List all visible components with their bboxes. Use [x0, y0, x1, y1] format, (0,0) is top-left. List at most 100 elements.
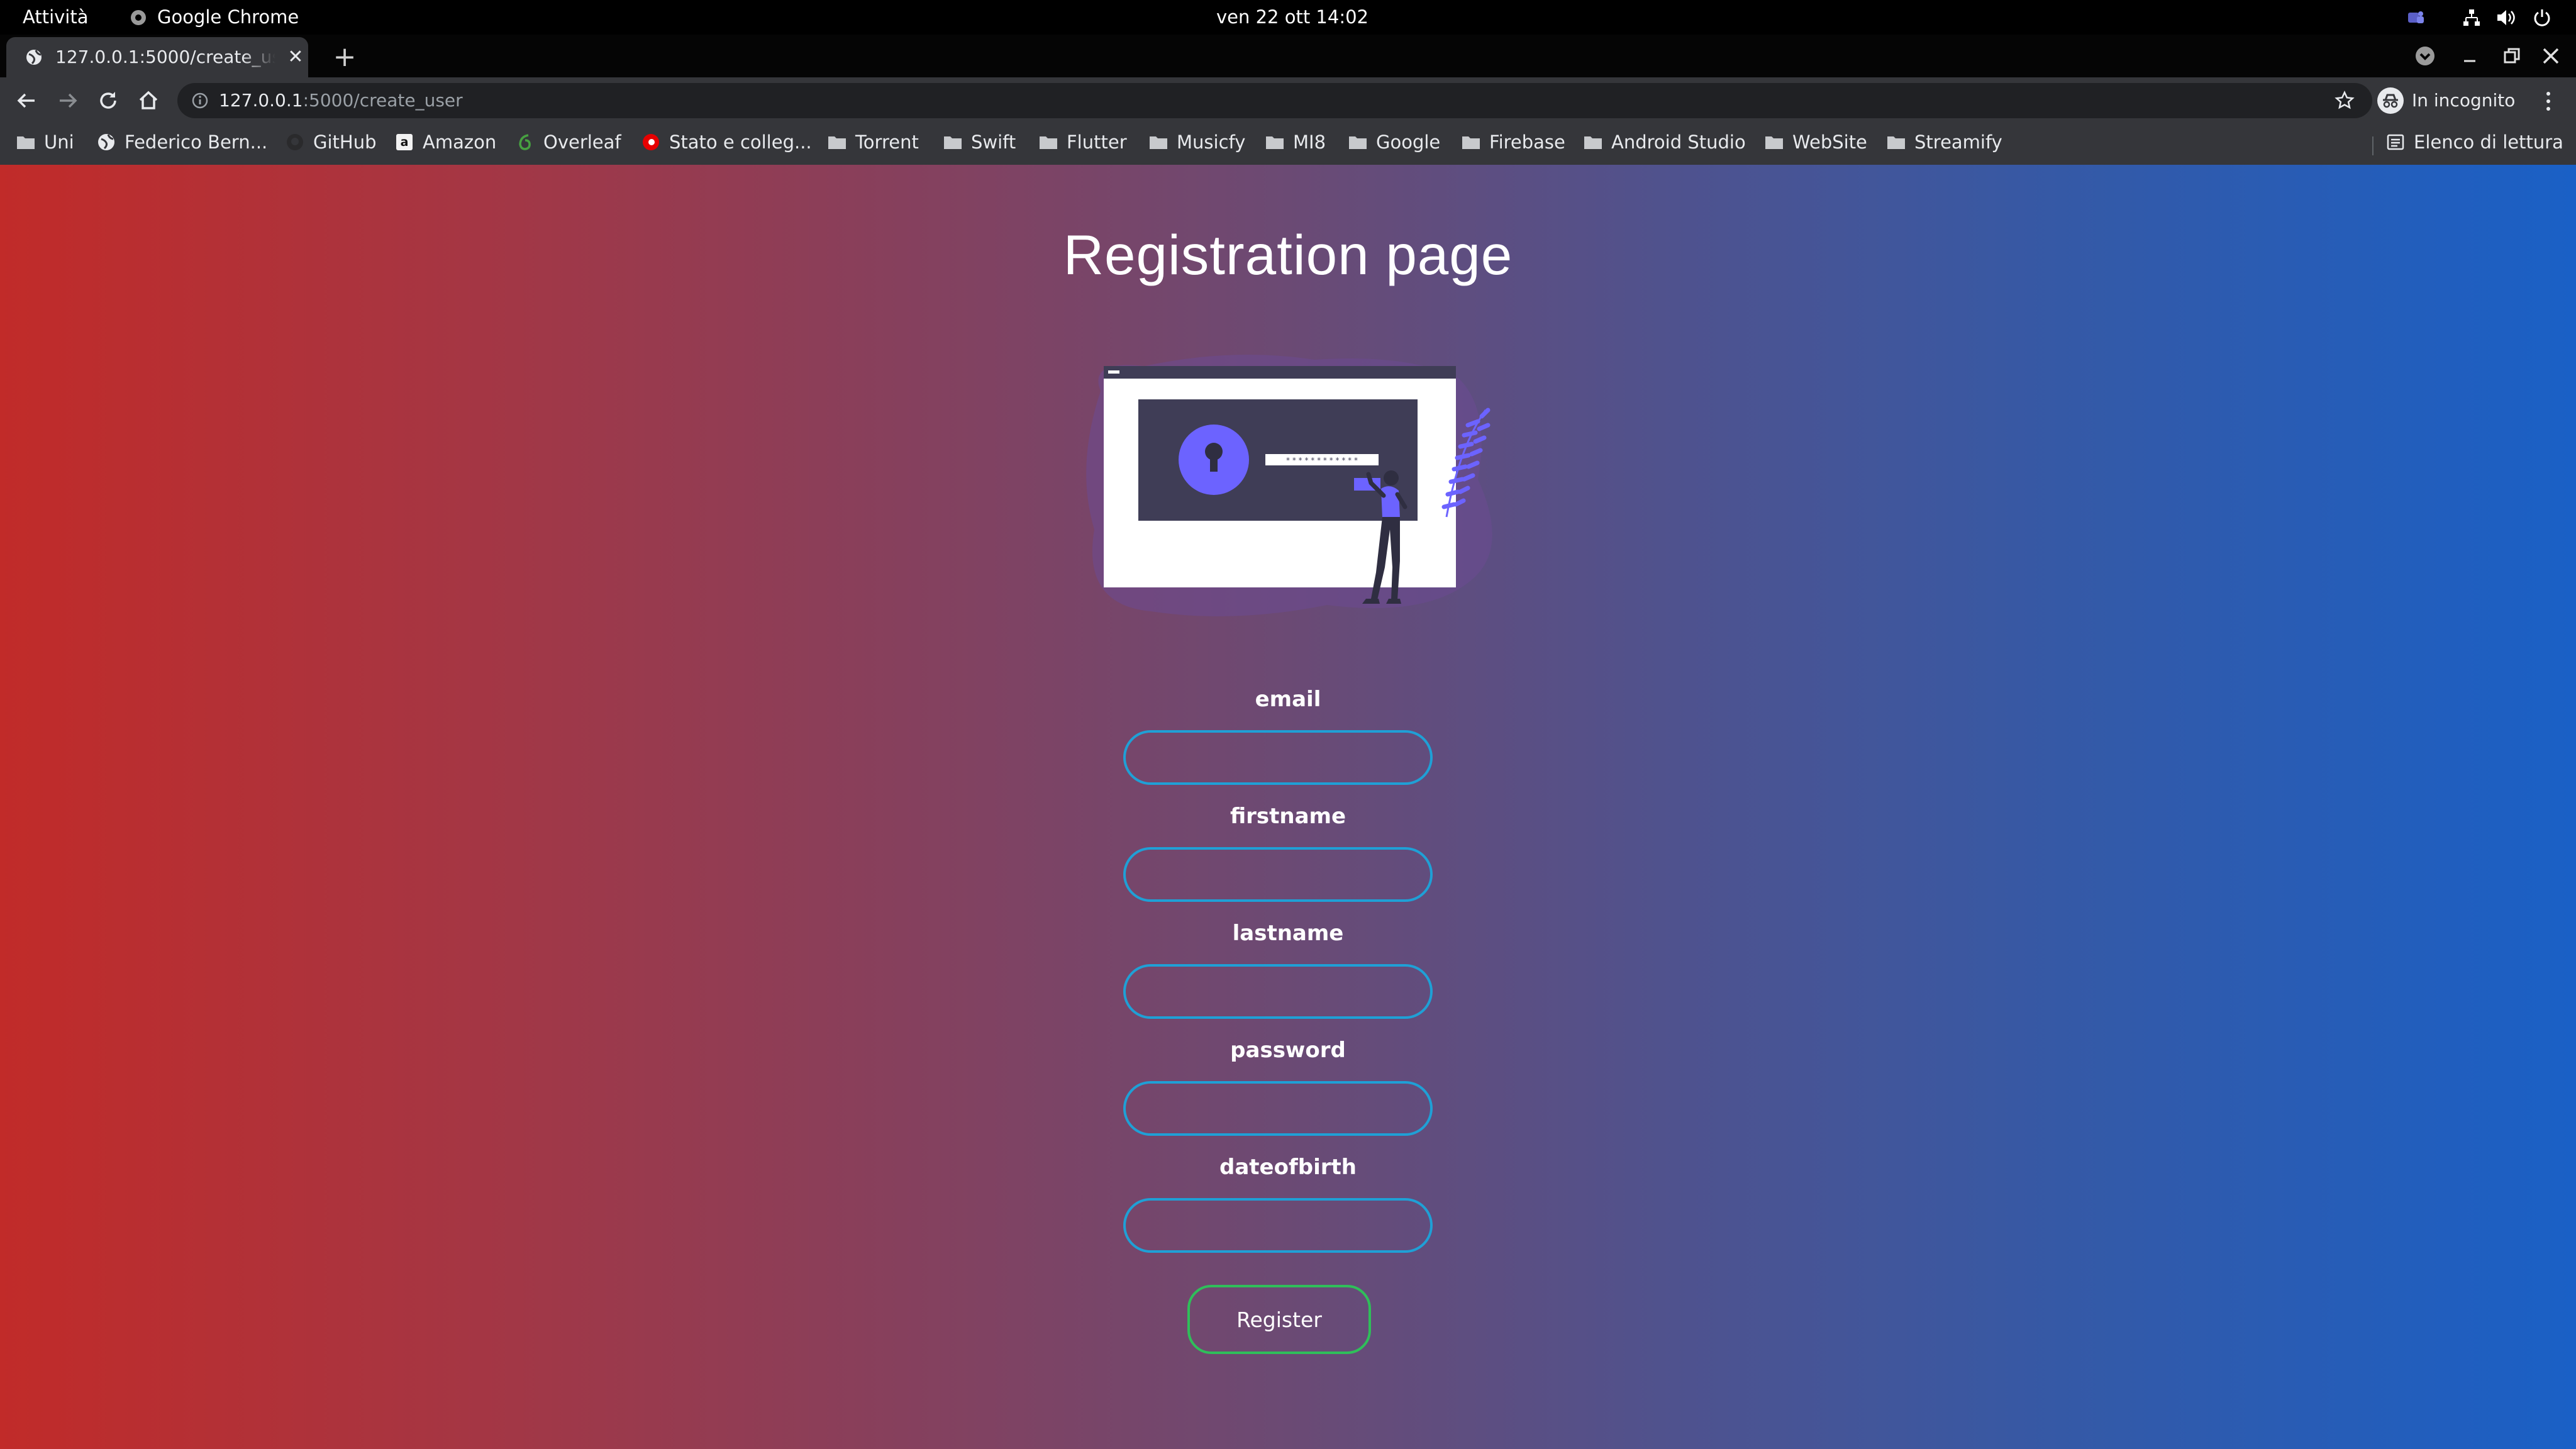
- github-icon: [287, 134, 303, 150]
- system-top-bar: Attività Google Chrome ven 22 ott 14:02: [0, 0, 2576, 35]
- folder-icon: [1584, 136, 1602, 149]
- bookmark-label: Streamify: [1914, 131, 2002, 153]
- tab-search-icon[interactable]: [2413, 44, 2437, 68]
- activities-button[interactable]: Attività: [23, 0, 89, 35]
- restore-icon[interactable]: [2502, 46, 2522, 66]
- page-content: Registration page * * * * * * * * * * * …: [0, 165, 2576, 1449]
- bookmark-federico[interactable]: Federico Bern...: [97, 124, 267, 160]
- bookmark-label: Federico Bern...: [125, 131, 268, 153]
- dateofbirth-field[interactable]: [1123, 1198, 1433, 1253]
- bookmark-flutter[interactable]: Flutter: [1039, 124, 1127, 160]
- bookmark-label: WebSite: [1792, 131, 1867, 153]
- reading-list-label: Elenco di lettura: [2414, 131, 2563, 153]
- folder-icon: [944, 136, 962, 149]
- url-text[interactable]: 127.0.0.1:5000/create_user: [219, 83, 463, 118]
- password-field[interactable]: [1123, 1081, 1433, 1136]
- bookmark-label: GitHub: [313, 131, 377, 153]
- home-icon[interactable]: [136, 88, 161, 113]
- incognito-indicator[interactable]: In incognito: [2374, 84, 2515, 118]
- folder-icon: [1349, 136, 1367, 149]
- bookmark-torrent[interactable]: Torrent: [828, 124, 919, 160]
- incognito-label: In incognito: [2412, 90, 2516, 111]
- folder-icon: [1266, 136, 1284, 149]
- network-icon[interactable]: [2462, 8, 2482, 28]
- tab-close-icon[interactable]: ✕: [284, 46, 307, 69]
- bookmark-website[interactable]: WebSite: [1765, 124, 1867, 160]
- register-button[interactable]: Register: [1187, 1285, 1371, 1354]
- dateofbirth-label: dateofbirth: [1219, 1155, 1357, 1180]
- bookmark-amazon[interactable]: a Amazon: [395, 124, 496, 160]
- tab-title: 127.0.0.1:5000/create_user: [55, 47, 275, 67]
- amazon-icon: a: [396, 134, 413, 150]
- bookmark-label: Swift: [971, 131, 1016, 153]
- email-field[interactable]: [1123, 730, 1433, 785]
- folder-icon: [1765, 136, 1783, 149]
- url-host: 127.0.0.1: [219, 90, 303, 111]
- active-tab[interactable]: 127.0.0.1:5000/create_user ✕: [6, 37, 308, 77]
- firstname-label: firstname: [1230, 804, 1346, 829]
- lastname-label: lastname: [1232, 921, 1344, 946]
- folder-icon: [1887, 136, 1905, 149]
- folder-icon: [17, 136, 35, 149]
- url-path: :5000/create_user: [303, 90, 463, 111]
- volume-icon[interactable]: [2496, 8, 2517, 28]
- globe-icon: [98, 134, 114, 150]
- svg-text:a: a: [401, 135, 409, 149]
- site-info-icon[interactable]: [191, 92, 209, 109]
- login-illustration: * * * * * * * * * * * *: [1086, 355, 1492, 616]
- close-window-icon[interactable]: [2541, 46, 2561, 66]
- menu-kebab-icon[interactable]: [2541, 90, 2556, 113]
- globe-icon: [26, 50, 42, 65]
- forward-arrow-icon[interactable]: [55, 88, 80, 113]
- folder-icon: [1150, 136, 1167, 149]
- bookmark-label: Google: [1376, 131, 1441, 153]
- reading-list-button[interactable]: Elenco di lettura: [2386, 124, 2563, 160]
- folder-icon: [1462, 136, 1480, 149]
- bookmark-android-studio[interactable]: Android Studio: [1584, 124, 1746, 160]
- bookmark-label: Musicfy: [1177, 131, 1246, 153]
- folder-icon: [1040, 136, 1057, 149]
- address-bar[interactable]: 127.0.0.1:5000/create_user: [177, 83, 2372, 118]
- password-label: password: [1230, 1038, 1346, 1063]
- bookmark-label: Firebase: [1489, 131, 1565, 153]
- back-arrow-icon[interactable]: [14, 88, 39, 113]
- firstname-field[interactable]: [1123, 847, 1433, 902]
- vodafone-icon: [643, 134, 659, 150]
- bookmark-label: Stato e colleg...: [669, 131, 812, 153]
- bookmark-label: MI8: [1293, 131, 1326, 153]
- bookmark-github[interactable]: GitHub: [286, 124, 377, 160]
- browser-toolbar: 127.0.0.1:5000/create_user In incognito: [0, 77, 2576, 124]
- power-icon[interactable]: [2532, 8, 2552, 28]
- minimize-icon[interactable]: [2460, 47, 2479, 66]
- bookmark-swift[interactable]: Swift: [943, 124, 1016, 160]
- bookmark-vodafone[interactable]: Stato e colleg...: [641, 124, 812, 160]
- chrome-icon: [131, 10, 146, 25]
- folder-icon: [828, 136, 846, 149]
- tab-strip: 127.0.0.1:5000/create_user ✕ +: [0, 35, 2576, 77]
- page-title: Registration page: [1063, 223, 1513, 286]
- teams-icon[interactable]: [2406, 8, 2425, 27]
- bookmark-label: Torrent: [855, 131, 919, 153]
- bookmark-overleaf[interactable]: Overleaf: [516, 124, 621, 160]
- overleaf-icon: [519, 134, 531, 150]
- bookmark-uni[interactable]: Uni: [16, 124, 74, 160]
- email-label: email: [1255, 687, 1321, 712]
- active-app-name[interactable]: Google Chrome: [157, 0, 299, 35]
- bookmark-label: Overleaf: [543, 131, 621, 153]
- bookmark-label: Amazon: [423, 131, 497, 153]
- bookmarks-divider: [2372, 136, 2373, 155]
- bookmark-streamify[interactable]: Streamify: [1887, 124, 2002, 160]
- lastname-field[interactable]: [1123, 964, 1433, 1019]
- bookmark-star-icon[interactable]: [2334, 91, 2355, 111]
- svg-text:* * * * * * * * * * * *: * * * * * * * * * * * *: [1286, 456, 1358, 465]
- clock[interactable]: ven 22 ott 14:02: [1216, 0, 1368, 35]
- bookmark-musicfy[interactable]: Musicfy: [1149, 124, 1245, 160]
- bookmark-google[interactable]: Google: [1348, 124, 1440, 160]
- bookmark-label: Flutter: [1067, 131, 1127, 153]
- bookmark-firebase[interactable]: Firebase: [1462, 124, 1565, 160]
- bookmark-label: Uni: [44, 131, 74, 153]
- reload-icon[interactable]: [96, 88, 121, 113]
- bookmark-mi8[interactable]: MI8: [1265, 124, 1326, 160]
- incognito-icon: [2377, 87, 2404, 114]
- new-tab-button[interactable]: +: [327, 40, 362, 75]
